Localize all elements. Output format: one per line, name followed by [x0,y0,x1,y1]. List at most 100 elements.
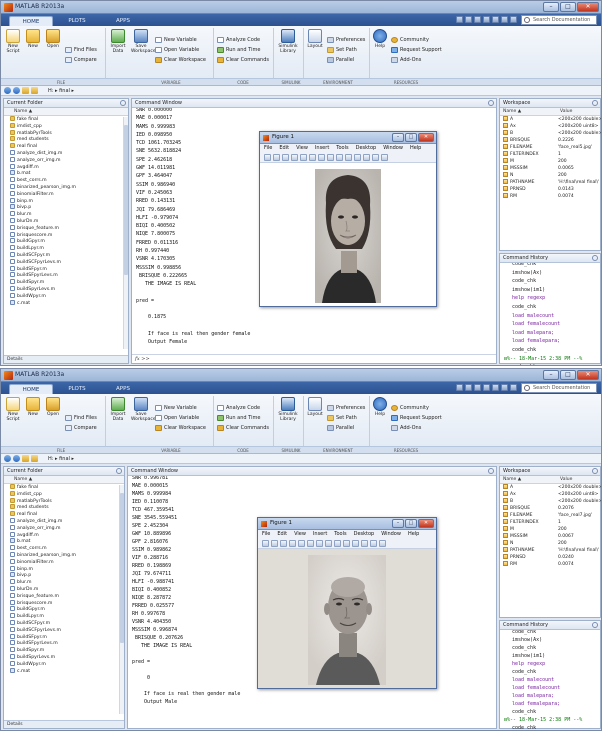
tab-home[interactable]: HOME [9,16,53,26]
brush-icon[interactable] [352,540,359,547]
help-icon[interactable] [510,16,517,23]
file-list-item[interactable]: matlabPyrTools [4,129,128,137]
legend-icon[interactable] [381,154,388,161]
file-list-item[interactable]: buildSCFpyrLevs.m [4,258,128,266]
new-script-button[interactable]: New Script [5,29,21,54]
file-list-item[interactable]: med students [4,504,124,511]
workspace-variable-row[interactable]: RM 0.0074 [500,193,600,200]
save-icon[interactable] [280,540,287,547]
back-icon[interactable] [4,87,11,94]
file-list-item[interactable]: buildSFpyrLevs.m [4,272,128,279]
figure-close-button[interactable]: ✕ [418,133,434,142]
workspace-variable-row[interactable]: N 200 [500,540,600,547]
up-folder-icon[interactable] [22,87,29,94]
workspace-variable-row[interactable]: A <200x200 double> [500,484,601,491]
close-button[interactable]: ✕ [577,370,599,380]
file-list-item[interactable]: analyze_orr_img.m [4,156,128,164]
colorbar-icon[interactable] [370,540,377,547]
tab-plots[interactable]: PLOTS [55,384,99,394]
request-support-button[interactable]: Request Support [391,414,442,422]
figure-menu-edit[interactable]: Edit [279,144,289,153]
file-list-item[interactable]: blurDn.m [4,217,128,225]
panel-actions-icon[interactable] [488,100,494,106]
workspace-variable-row[interactable]: MSSSIM 0.0067 [500,533,600,540]
file-list-item[interactable]: buildLpyr.m [4,613,124,620]
file-list-item[interactable]: buildSpyrLevs.m [4,653,124,661]
preferences-button[interactable]: Preferences [327,404,365,412]
name-column-header[interactable]: Name ▲ [4,108,128,116]
paste-icon[interactable] [483,16,490,23]
figure-menu-window[interactable]: Window [383,144,403,153]
file-list-item[interactable]: buildSFpyr.m [4,265,128,273]
open-icon[interactable] [271,540,278,547]
current-path[interactable]: H: ▸ final ▸ [48,87,74,95]
workspace-variable-row[interactable]: BRISQUE 0.2226 [500,137,600,144]
figure-window[interactable]: Figure 1 – □ ✕ File Edit View Insert Tools Desk… [259,131,437,307]
file-list-item[interactable]: imdist_cpp [4,490,124,498]
run-and-time-button[interactable]: Run and Time [217,46,260,54]
import-data-button[interactable]: Import Data [109,397,127,422]
add-ons-button[interactable]: Add-Ons [391,56,421,64]
new-figure-icon[interactable] [262,540,269,547]
open-icon[interactable] [273,154,280,161]
zoom-out-icon[interactable] [318,154,325,161]
tab-apps[interactable]: APPS [101,384,145,394]
minimize-button[interactable]: – [543,370,559,380]
file-list-item[interactable]: buildGpyr.m [4,238,128,245]
undo-icon[interactable] [492,384,499,391]
history-session-separator[interactable]: ⊟%-- 18-Mar-15 2:38 PM --% [500,355,600,364]
maximize-button[interactable]: □ [560,2,576,12]
open-button[interactable]: Open [45,29,61,49]
file-list-item[interactable]: b.mat [4,538,124,545]
panel-actions-icon[interactable] [592,622,598,628]
history-entry[interactable]: code_chk [500,363,600,365]
panel-actions-icon[interactable] [592,100,598,106]
up-folder-icon[interactable] [22,455,29,462]
file-list-item[interactable]: med students [4,136,128,143]
file-list-item[interactable]: analyze_orr_img.m [4,524,124,532]
command-prompt[interactable]: fx >> [132,354,496,363]
workspace-variable-row[interactable]: A <200x200 double> [500,116,601,123]
workspace-variable-row[interactable]: MSSSIM 0.0065 [500,165,600,172]
history-entry[interactable]: load femalepara; [500,700,600,708]
data-cursor-icon[interactable] [343,540,350,547]
add-ons-button[interactable]: Add-Ons [391,424,421,432]
browse-folder-icon[interactable] [31,455,38,462]
file-list-item[interactable]: analyze_dist_img.m [4,517,124,525]
layout-button[interactable]: Layout [307,397,323,417]
workspace-variable-row[interactable]: Ax <200x200 uint8> [500,491,600,498]
history-entry[interactable]: imshow(im1) [500,652,600,660]
legend-icon[interactable] [379,540,386,547]
redo-icon[interactable] [501,384,508,391]
forward-icon[interactable] [13,87,20,94]
find-files-button[interactable]: Find Files [65,46,97,54]
panel-actions-icon[interactable] [592,255,598,261]
save-icon[interactable] [282,154,289,161]
figure-maximize-button[interactable]: □ [405,133,417,142]
file-list-item[interactable]: matlabPyrTools [4,497,124,505]
history-entry[interactable]: load femalepara; [500,337,600,346]
figure-menu-help[interactable]: Help [408,530,419,539]
history-entry[interactable]: load malecount [500,676,600,684]
colorbar-icon[interactable] [372,154,379,161]
file-list-item[interactable]: analyze_dist_img.m [4,149,128,157]
figure-menu-file[interactable]: File [264,144,272,153]
new-figure-icon[interactable] [264,154,271,161]
simulink-library-button[interactable]: Simulink Library [277,397,299,422]
history-entry[interactable]: code_chk [500,708,600,716]
copy-icon[interactable] [474,384,481,391]
figure-menu-edit[interactable]: Edit [277,530,287,539]
run-and-time-button[interactable]: Run and Time [217,414,260,422]
help-button[interactable]: Help [373,29,387,49]
figure-menu-view[interactable]: View [296,144,308,153]
workspace-variable-row[interactable]: RM 0.0074 [500,561,600,568]
details-bar[interactable]: Details [4,355,128,363]
file-list-item[interactable]: buildSpyr.m [4,279,128,286]
history-entry[interactable]: code_chk [500,346,600,355]
help-button[interactable]: Help [373,397,387,417]
new-variable-button[interactable]: New Variable [155,404,197,412]
file-list-item[interactable]: c.mat [4,667,124,675]
workspace-variable-row[interactable]: N 200 [500,172,600,179]
figure-menu-window[interactable]: Window [381,530,401,539]
clear-commands-button[interactable]: Clear Commands [217,424,269,432]
